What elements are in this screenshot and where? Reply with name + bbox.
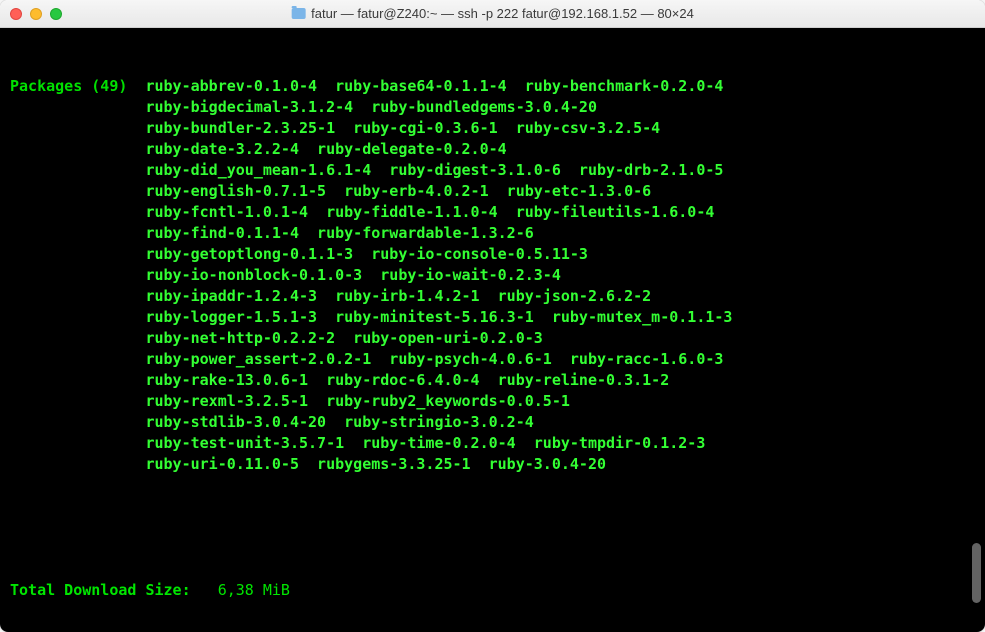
scrollbar[interactable] [969,28,983,632]
window-title: fatur — fatur@Z240:~ — ssh -p 222 fatur@… [291,6,694,21]
package-line: ruby-did_you_mean-1.6.1-4 ruby-digest-3.… [10,160,975,181]
package-names: ruby-find-0.1.1-4 ruby-forwardable-1.3.2… [145,224,533,242]
package-line: ruby-find-0.1.1-4 ruby-forwardable-1.3.2… [10,223,975,244]
package-names: ruby-rexml-3.2.5-1 ruby-ruby2_keywords-0… [145,392,569,410]
blank-line [10,517,975,538]
titlebar: fatur — fatur@Z240:~ — ssh -p 222 fatur@… [0,0,985,28]
package-line: ruby-bigdecimal-3.1.2-4 ruby-bundledgems… [10,97,975,118]
package-names: ruby-date-3.2.2-4 ruby-delegate-0.2.0-4 [145,140,506,158]
zoom-button[interactable] [50,8,62,20]
download-size-label: Total Download Size: [10,581,191,599]
package-line: ruby-test-unit-3.5.7-1 ruby-time-0.2.0-4… [10,433,975,454]
package-names: ruby-stdlib-3.0.4-20 ruby-stringio-3.0.2… [145,413,533,431]
package-line: ruby-getoptlong-0.1.1-3 ruby-io-console-… [10,244,975,265]
terminal-body[interactable]: Packages (49) ruby-abbrev-0.1.0-4 ruby-b… [0,28,985,632]
package-names: ruby-uri-0.11.0-5 rubygems-3.3.25-1 ruby… [145,455,606,473]
package-line: ruby-stdlib-3.0.4-20 ruby-stringio-3.0.2… [10,412,975,433]
package-names: ruby-logger-1.5.1-3 ruby-minitest-5.16.3… [145,308,732,326]
package-line: ruby-rexml-3.2.5-1 ruby-ruby2_keywords-0… [10,391,975,412]
packages-block: Packages (49) ruby-abbrev-0.1.0-4 ruby-b… [10,76,975,475]
package-names: ruby-net-http-0.2.2-2 ruby-open-uri-0.2.… [145,329,542,347]
close-button[interactable] [10,8,22,20]
folder-icon [291,8,305,19]
terminal-window: fatur — fatur@Z240:~ — ssh -p 222 fatur@… [0,0,985,632]
package-names: ruby-english-0.7.1-5 ruby-erb-4.0.2-1 ru… [145,182,651,200]
package-line: ruby-fcntl-1.0.1-4 ruby-fiddle-1.1.0-4 r… [10,202,975,223]
package-line: Packages (49) ruby-abbrev-0.1.0-4 ruby-b… [10,76,975,97]
package-line: ruby-logger-1.5.1-3 ruby-minitest-5.16.3… [10,307,975,328]
traffic-lights [10,8,62,20]
package-names: ruby-test-unit-3.5.7-1 ruby-time-0.2.0-4… [145,434,705,452]
package-line: ruby-ipaddr-1.2.4-3 ruby-irb-1.4.2-1 rub… [10,286,975,307]
package-line: ruby-english-0.7.1-5 ruby-erb-4.0.2-1 ru… [10,181,975,202]
download-size-line: Total Download Size: 6,38 MiB [10,580,975,601]
package-names: ruby-ipaddr-1.2.4-3 ruby-irb-1.4.2-1 rub… [145,287,651,305]
package-names: ruby-getoptlong-0.1.1-3 ruby-io-console-… [145,245,588,263]
download-size-value: 6,38 MiB [191,581,290,599]
scrollbar-thumb[interactable] [972,543,981,603]
package-names: ruby-bigdecimal-3.1.2-4 ruby-bundledgems… [145,98,597,116]
packages-header: Packages (49) [10,77,145,95]
package-names: ruby-rake-13.0.6-1 ruby-rdoc-6.4.0-4 rub… [145,371,669,389]
package-line: ruby-power_assert-2.0.2-1 ruby-psych-4.0… [10,349,975,370]
package-line: ruby-net-http-0.2.2-2 ruby-open-uri-0.2.… [10,328,975,349]
package-names: ruby-abbrev-0.1.0-4 ruby-base64-0.1.1-4 … [145,77,723,95]
package-line: ruby-bundler-2.3.25-1 ruby-cgi-0.3.6-1 r… [10,118,975,139]
package-names: ruby-fcntl-1.0.1-4 ruby-fiddle-1.1.0-4 r… [145,203,714,221]
package-names: ruby-bundler-2.3.25-1 ruby-cgi-0.3.6-1 r… [145,119,660,137]
package-names: ruby-io-nonblock-0.1.0-3 ruby-io-wait-0.… [145,266,560,284]
title-text: fatur — fatur@Z240:~ — ssh -p 222 fatur@… [311,6,694,21]
package-line: ruby-date-3.2.2-4 ruby-delegate-0.2.0-4 [10,139,975,160]
package-line: ruby-rake-13.0.6-1 ruby-rdoc-6.4.0-4 rub… [10,370,975,391]
package-line: ruby-io-nonblock-0.1.0-3 ruby-io-wait-0.… [10,265,975,286]
minimize-button[interactable] [30,8,42,20]
package-names: ruby-power_assert-2.0.2-1 ruby-psych-4.0… [145,350,723,368]
package-names: ruby-did_you_mean-1.6.1-4 ruby-digest-3.… [145,161,723,179]
package-line: ruby-uri-0.11.0-5 rubygems-3.3.25-1 ruby… [10,454,975,475]
